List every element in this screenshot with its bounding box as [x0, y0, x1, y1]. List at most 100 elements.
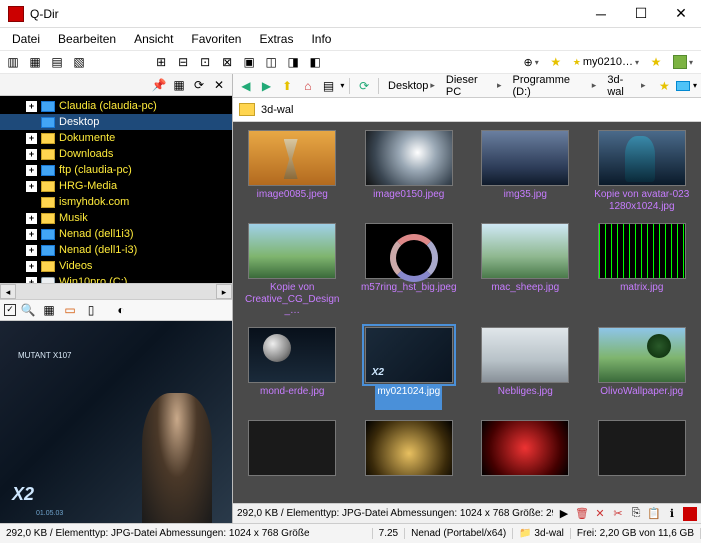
nav-up-icon[interactable]: ⬆ [278, 77, 296, 95]
addr-star-icon[interactable]: ★ [656, 77, 674, 95]
grid-h-icon[interactable]: ◧ [306, 53, 324, 71]
props-icon[interactable]: ℹ [665, 507, 679, 521]
preview-zoom-icon[interactable]: 🔍 [19, 301, 37, 319]
thumb-item[interactable] [241, 420, 344, 503]
delete-icon[interactable]: 🗑 [575, 507, 589, 521]
thumb-item[interactable]: OlivoWallpaper.jpg [591, 327, 694, 410]
preview-toggle-icon[interactable]: ◐ [112, 301, 130, 319]
address-bar[interactable]: 3d-wal [233, 98, 701, 122]
expander-icon[interactable]: + [26, 245, 37, 256]
addr-color-icon[interactable] [676, 81, 690, 91]
refresh-icon[interactable]: ⟳ [355, 77, 373, 95]
crumb-folder[interactable]: 3d-wal▸ [603, 74, 649, 98]
minimize-button[interactable]: ─ [581, 0, 621, 28]
view-list-icon[interactable]: ▤ [320, 77, 338, 95]
menu-extras[interactable]: Extras [251, 30, 301, 48]
thumb-label: my021024.jpg [375, 386, 442, 410]
thumb-view[interactable]: image0085.jpegimage0150.jpegimg35.jpgKop… [233, 122, 701, 503]
preview-view2-icon[interactable]: ▭ [61, 301, 79, 319]
menu-ansicht[interactable]: Ansicht [126, 30, 181, 48]
tree-item[interactable]: +Claudia (claudia-pc) [0, 98, 232, 114]
preview-check[interactable]: ✓ [4, 304, 16, 316]
maximize-button[interactable]: ☐ [621, 0, 661, 28]
favorite-star-icon[interactable]: ★ [547, 53, 565, 71]
address-text: 3d-wal [261, 104, 293, 116]
tree-item[interactable]: +ftp (claudia-pc) [0, 162, 232, 178]
tree-item[interactable]: +Downloads [0, 146, 232, 162]
expander-icon[interactable]: + [26, 101, 37, 112]
tree-item[interactable]: +Musik [0, 210, 232, 226]
grid-b-icon[interactable]: ⊟ [174, 53, 192, 71]
tree-item[interactable]: Desktop [0, 114, 232, 130]
pin-icon[interactable]: 📌 [150, 76, 168, 94]
nav-home-icon[interactable]: ⌂ [299, 77, 317, 95]
thumb-item[interactable] [591, 420, 694, 503]
grid-e-icon[interactable]: ▣ [240, 53, 258, 71]
tree-hscroll[interactable]: ◂▸ [0, 283, 232, 299]
thumb-item[interactable]: mac_sheep.jpg [474, 223, 577, 317]
cut-icon[interactable]: ✂ [611, 507, 625, 521]
thumb-item[interactable]: Kopie von Creative_CG_Design_… [241, 223, 344, 317]
thumb-item[interactable]: Kopie von avatar-023 1280x1024.jpg [591, 130, 694, 213]
crumb-drive[interactable]: Programme (D:)▸ [509, 74, 601, 98]
expander-icon[interactable]: + [26, 165, 37, 176]
thumb-item[interactable]: Nebliges.jpg [474, 327, 577, 410]
run-icon[interactable]: ▶ [557, 507, 571, 521]
thumb-item[interactable]: image0085.jpeg [241, 130, 344, 213]
thumb-item[interactable] [474, 420, 577, 503]
tree-item[interactable]: +Win10pro (C:) [0, 274, 232, 283]
thumb-item[interactable]: matrix.jpg [591, 223, 694, 317]
menu-bearbeiten[interactable]: Bearbeiten [50, 30, 124, 48]
tree-item[interactable]: +HRG-Media [0, 178, 232, 194]
thumb-item[interactable]: image0150.jpeg [358, 130, 461, 213]
menu-info[interactable]: Info [303, 30, 339, 48]
paste-icon[interactable]: 📋 [647, 507, 661, 521]
menu-favoriten[interactable]: Favoriten [183, 30, 249, 48]
status-user: Nenad (Portabel/x64) [405, 528, 513, 539]
bookmark-star-icon[interactable]: ★ [647, 53, 665, 71]
layout-3-icon[interactable]: ▤ [48, 53, 66, 71]
grid-g-icon[interactable]: ◨ [284, 53, 302, 71]
crumb-desktop[interactable]: Desktop▸ [384, 80, 439, 92]
grid-f-icon[interactable]: ◫ [262, 53, 280, 71]
tree-item[interactable]: +Nenad (dell1i3) [0, 226, 232, 242]
layout-1-icon[interactable]: ▥ [4, 53, 22, 71]
preview-view3-icon[interactable]: ▯ [82, 301, 100, 319]
expander-icon[interactable]: + [26, 181, 37, 192]
preview-view1-icon[interactable]: ▦ [40, 301, 58, 319]
expander-icon[interactable]: + [26, 149, 37, 160]
tree-opt-icon[interactable]: ▦ [170, 76, 188, 94]
grid-c-icon[interactable]: ⊡ [196, 53, 214, 71]
nav-back-icon[interactable]: ◀ [237, 77, 255, 95]
tree-item[interactable]: +Videos [0, 258, 232, 274]
color-dropdown[interactable]: ▾ [669, 55, 697, 69]
tree-item[interactable]: +Nenad (dell1-i3) [0, 242, 232, 258]
folder-tree[interactable]: +Claudia (claudia-pc)Desktop+Dokumente+D… [0, 96, 232, 283]
thumb-item[interactable]: mond-erde.jpg [241, 327, 344, 410]
expander-icon[interactable]: + [26, 213, 37, 224]
layout-4-icon[interactable]: ▧ [70, 53, 88, 71]
menu-datei[interactable]: Datei [4, 30, 48, 48]
grid-d-icon[interactable]: ⊠ [218, 53, 236, 71]
thumb-item[interactable]: img35.jpg [474, 130, 577, 213]
tree-item[interactable]: +Dokumente [0, 130, 232, 146]
close-button[interactable]: ✕ [661, 0, 701, 28]
expander-icon[interactable]: + [26, 261, 37, 272]
thumb-item[interactable] [358, 420, 461, 503]
app-mini-icon[interactable] [683, 507, 697, 521]
nav-fwd-icon[interactable]: ▶ [258, 77, 276, 95]
remove-icon[interactable]: ✕ [593, 507, 607, 521]
grid-a-icon[interactable]: ⊞ [152, 53, 170, 71]
layout-2-icon[interactable]: ▦ [26, 53, 44, 71]
thumb-item[interactable]: my021024.jpg [358, 327, 461, 410]
zoom-dropdown[interactable]: ⊕▾ [520, 56, 543, 69]
expander-icon[interactable]: + [26, 133, 37, 144]
thumb-item[interactable]: m57ring_hst_big.jpeg [358, 223, 461, 317]
tree-refresh-icon[interactable]: ⟳ [190, 76, 208, 94]
expander-icon[interactable]: + [26, 229, 37, 240]
tree-close-icon[interactable]: ✕ [210, 76, 228, 94]
crumb-thispc[interactable]: Dieser PC▸ [442, 74, 506, 98]
copy-icon[interactable]: ⎘ [629, 507, 643, 521]
favorite-item[interactable]: ★my0210…▾ [569, 56, 643, 68]
tree-item[interactable]: ismyhdok.com [0, 194, 232, 210]
